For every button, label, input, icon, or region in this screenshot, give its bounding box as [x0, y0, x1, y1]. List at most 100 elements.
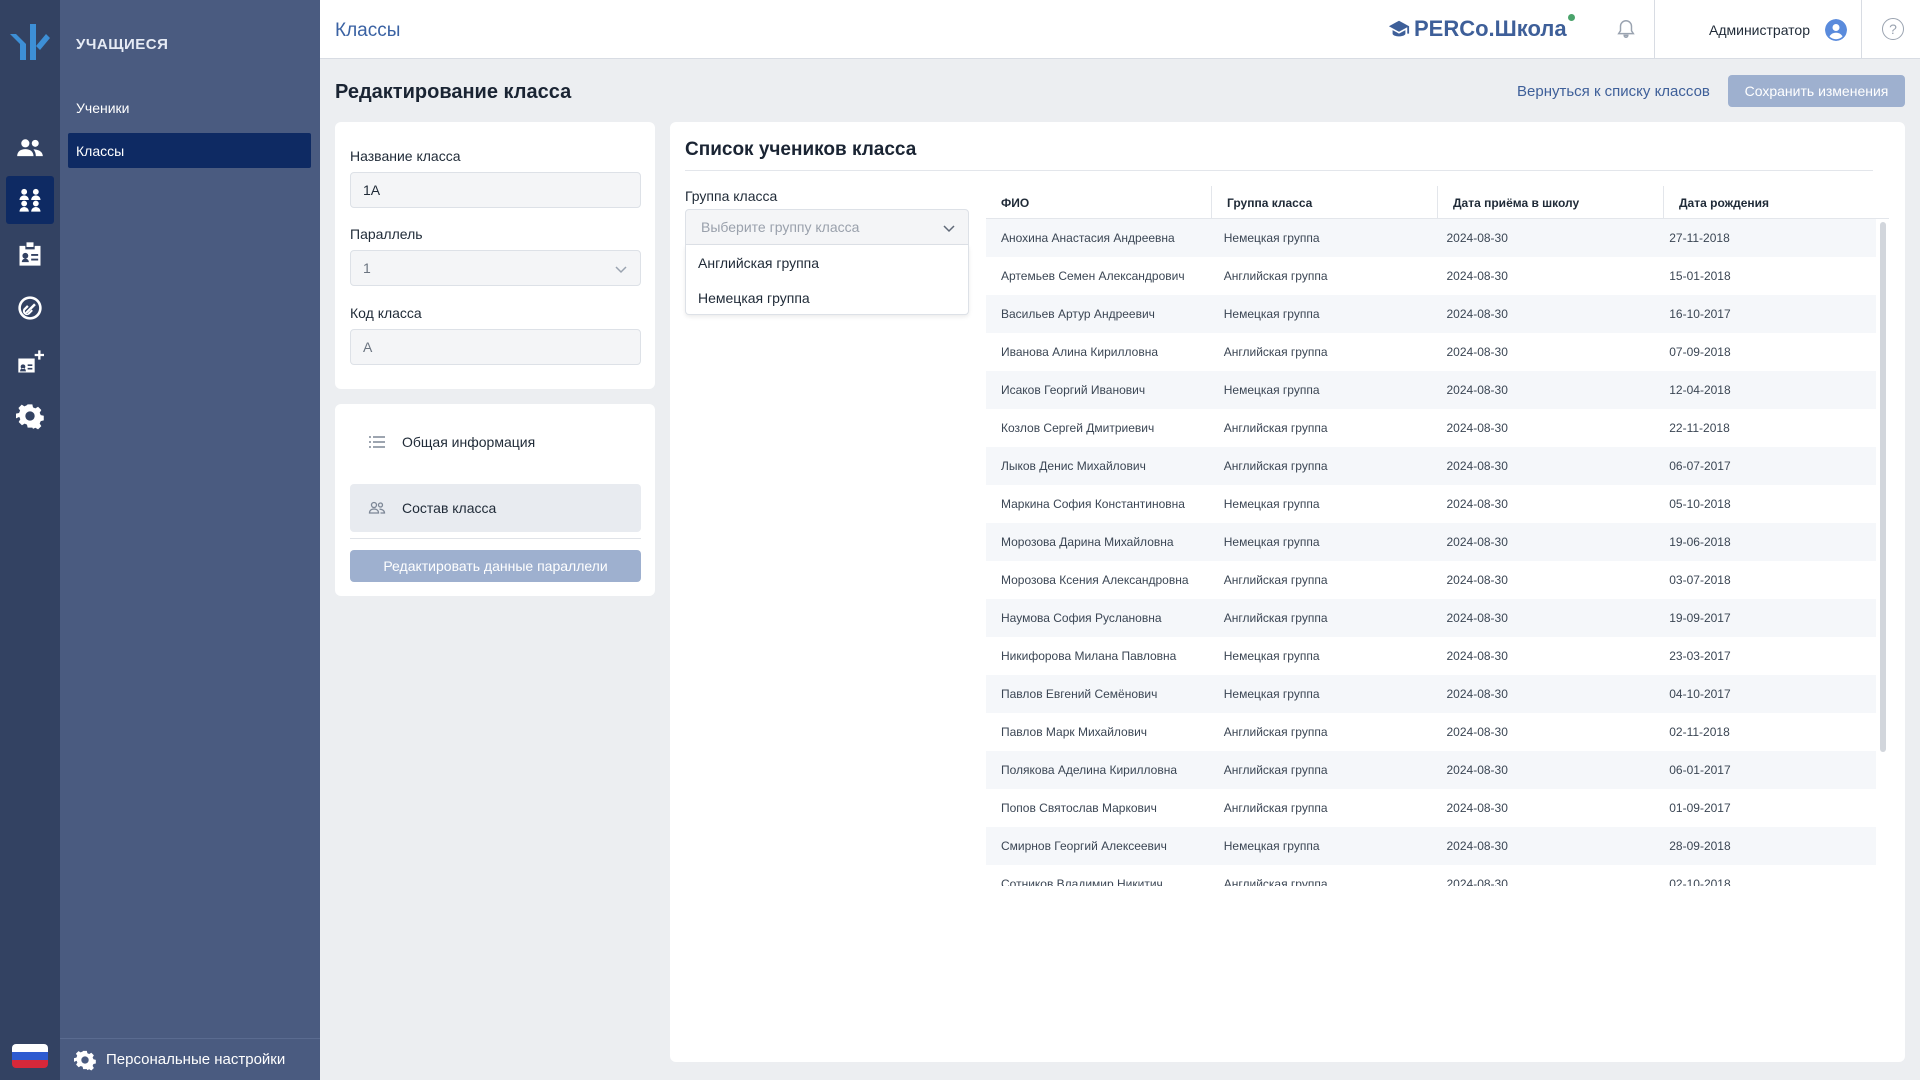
column-header-group[interactable]: Группа класса: [1212, 186, 1438, 219]
table-row[interactable]: Морозова Дарина Михайловна Немецкая групп…: [986, 523, 1876, 561]
table-row[interactable]: Наумова София Руслановна Английская групп…: [986, 599, 1876, 637]
cell-group: Немецкая группа: [1223, 535, 1320, 549]
table-row[interactable]: Анохина Анастасия Андреевна Немецкая груп…: [986, 219, 1876, 257]
cell-admission-date: 2024-08-30: [1446, 725, 1508, 739]
cell-group: Немецкая группа: [1223, 839, 1320, 853]
cell-birth-date: 01-09-2017: [1669, 801, 1731, 815]
nav-class-composition[interactable]: Состав класса: [350, 484, 641, 532]
class-code-label: Код класса: [350, 305, 422, 321]
cell-group: Английская группа: [1223, 421, 1328, 435]
group-select-placeholder: Выберите группу класса: [701, 219, 860, 235]
cell-group: Немецкая группа: [1223, 687, 1320, 701]
group-select[interactable]: Выберите группу класса: [685, 209, 969, 245]
nav-general-info[interactable]: Общая информация: [350, 418, 641, 466]
cell-group: Немецкая группа: [1223, 383, 1320, 397]
rail-link-button[interactable]: [6, 284, 54, 332]
table-row[interactable]: Попов Святослав Маркович Английская групп…: [986, 789, 1876, 827]
chevron-down-icon: [943, 225, 955, 233]
table-scrollbar[interactable]: [1880, 222, 1886, 752]
cell-group: Английская группа: [1223, 269, 1328, 283]
rail-badge-button[interactable]: [6, 230, 54, 278]
column-header-birth-date[interactable]: Дата рождения: [1664, 186, 1889, 219]
cell-group: Немецкая группа: [1223, 307, 1320, 321]
table-row[interactable]: Козлов Сергей Дмитриевич Английская групп…: [986, 409, 1876, 447]
cell-birth-date: 02-11-2018: [1669, 725, 1730, 739]
cell-name: Исаков Георгий Иванович: [1001, 383, 1146, 397]
class-code-input[interactable]: А: [350, 329, 641, 365]
cell-birth-date: 19-06-2018: [1669, 535, 1731, 549]
submenu: УЧАЩИЕСЯ Ученики Классы Персональные нас…: [60, 0, 320, 1080]
brand-name: PERCo.Школа: [1414, 16, 1567, 41]
cell-name: Смирнов Георгий Алексеевич: [1001, 839, 1167, 853]
cell-group: Немецкая группа: [1223, 231, 1320, 245]
table-row[interactable]: Исаков Георгий Иванович Немецкая группа 20…: [986, 371, 1876, 409]
students-table: ФИО Группа класса Дата приёма в школу Да…: [986, 186, 1889, 886]
table-row[interactable]: Маркина София Константиновна Немецкая гру…: [986, 485, 1876, 523]
cell-birth-date: 05-10-2018: [1669, 497, 1731, 511]
back-to-classes-link[interactable]: Вернуться к списку классов: [1517, 83, 1710, 100]
table-row[interactable]: Лыков Денис Михайлович Английская группа 2…: [986, 447, 1876, 485]
cell-name: Артемьев Семен Александрович: [1001, 269, 1185, 283]
user-avatar-icon[interactable]: [1825, 19, 1847, 41]
status-dot: [1567, 14, 1575, 21]
parallel-select[interactable]: 1: [350, 250, 641, 286]
cell-admission-date: 2024-08-30: [1446, 307, 1508, 321]
help-icon[interactable]: ?: [1882, 18, 1904, 40]
cell-admission-date: 2024-08-30: [1446, 763, 1508, 777]
table-row[interactable]: Сотников Владимир Никитич Английская груп…: [986, 865, 1876, 886]
bell-icon[interactable]: [1615, 18, 1637, 40]
sidebar-item-classes[interactable]: Классы: [68, 133, 311, 168]
cell-group: Английская группа: [1223, 725, 1328, 739]
logo-icon[interactable]: [6, 20, 50, 64]
table-row[interactable]: Павлов Марк Михайлович Английская группа 2…: [986, 713, 1876, 751]
cell-name: Павлов Евгений Семёнович: [1001, 687, 1158, 701]
cell-birth-date: 19-09-2017: [1669, 611, 1731, 625]
sidebar-item-students[interactable]: Ученики: [68, 90, 311, 125]
rail-add-card-button[interactable]: [6, 338, 54, 386]
table-row[interactable]: Артемьев Семен Александрович Английская г…: [986, 257, 1876, 295]
column-header-admission-date[interactable]: Дата приёма в школу: [1438, 186, 1664, 219]
table-row[interactable]: Смирнов Георгий Алексеевич Немецкая групп…: [986, 827, 1876, 865]
brand-logo[interactable]: PERCo.Школа: [1388, 14, 1575, 42]
gear-icon: [74, 1050, 96, 1071]
class-name-input[interactable]: 1А: [350, 172, 641, 208]
group-dropdown: Английская группа Немецкая группа: [685, 245, 969, 315]
cell-birth-date: 27-11-2018: [1669, 231, 1730, 245]
group-option-german[interactable]: Немецкая группа: [686, 280, 968, 315]
cell-name: Анохина Анастасия Андреевна: [1001, 231, 1175, 245]
students-list-card: Список учеников класса Группа класса Выб…: [670, 122, 1905, 1062]
list-icon: [369, 436, 385, 448]
cell-name: Полякова Аделина Кирилловна: [1001, 763, 1178, 777]
cell-group: Английская группа: [1223, 345, 1328, 359]
edit-parallel-button[interactable]: Редактировать данные параллели: [350, 550, 641, 582]
class-nav-card: Общая информация Состав класса Редактиро…: [335, 404, 655, 596]
table-row[interactable]: Васильев Артур Андреевич Немецкая группа 2…: [986, 295, 1876, 333]
flag-icon[interactable]: [12, 1044, 48, 1068]
rail-settings-button[interactable]: [6, 392, 54, 440]
user-name[interactable]: Администратор: [1709, 22, 1810, 38]
cell-birth-date: 06-07-2017: [1669, 459, 1731, 473]
table-row[interactable]: Павлов Евгений Семёнович Немецкая группа 2…: [986, 675, 1876, 713]
table-row[interactable]: Никифорова Милана Павловна Немецкая групп…: [986, 637, 1876, 675]
cell-admission-date: 2024-08-30: [1446, 877, 1508, 886]
group-option-english[interactable]: Английская группа: [686, 245, 968, 280]
table-row[interactable]: Полякова Аделина Кирилловна Английская гр…: [986, 751, 1876, 789]
topbar-separator: [1861, 0, 1862, 59]
class-name-label: Название класса: [350, 148, 461, 164]
table-row[interactable]: Иванова Алина Кирилловна Английская групп…: [986, 333, 1876, 371]
group-icon: [368, 501, 386, 514]
link-icon: [18, 296, 42, 320]
cell-admission-date: 2024-08-30: [1446, 649, 1508, 663]
class-form-card: Название класса 1А Параллель 1 Код класс…: [335, 122, 655, 389]
cell-birth-date: 23-03-2017: [1669, 649, 1731, 663]
column-header-name[interactable]: ФИО: [986, 186, 1212, 219]
personal-settings-button[interactable]: Персональные настройки: [60, 1038, 320, 1080]
save-changes-button[interactable]: Сохранить изменения: [1728, 75, 1905, 107]
cell-group: Английская группа: [1223, 877, 1328, 886]
cell-admission-date: 2024-08-30: [1446, 421, 1508, 435]
rail-students-button[interactable]: [6, 124, 54, 172]
scrollbar-thumb[interactable]: [1880, 222, 1886, 752]
rail-classes-button[interactable]: [6, 176, 54, 224]
cell-group: Немецкая группа: [1223, 649, 1320, 663]
table-row[interactable]: Морозова Ксения Александровна Английская …: [986, 561, 1876, 599]
